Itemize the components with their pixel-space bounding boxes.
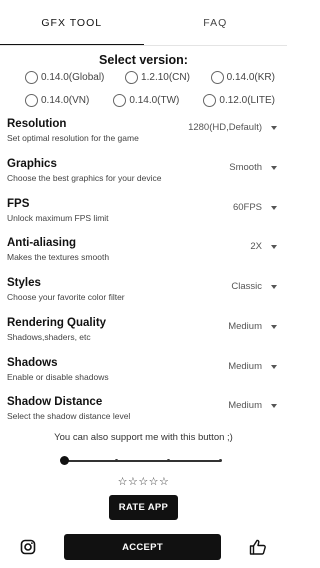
slider-track bbox=[64, 460, 221, 462]
setting-description: Enable or disable shadows bbox=[7, 372, 109, 382]
radio-circle[interactable] bbox=[113, 94, 127, 107]
resolution-dropdown[interactable]: 1280(HD,Default) bbox=[188, 122, 280, 133]
slider-tick bbox=[167, 459, 170, 462]
accept-button[interactable]: ACCEPT bbox=[64, 534, 221, 560]
dropdown-value: Classic bbox=[231, 281, 262, 292]
dropdown-arrow-icon bbox=[271, 205, 277, 210]
dropdown-value: Medium bbox=[228, 321, 262, 332]
tab-faq[interactable]: FAQ bbox=[144, 0, 288, 46]
setting-shadows: Shadows Enable or disable shadows Medium bbox=[7, 357, 280, 389]
version-option-kr[interactable]: 0.14.0(KR) bbox=[210, 71, 275, 84]
dropdown-arrow-icon bbox=[271, 244, 277, 249]
setting-title: Graphics bbox=[7, 158, 57, 170]
version-option-label: 0.14.0(KR) bbox=[226, 72, 275, 83]
dropdown-value: 60FPS bbox=[232, 202, 262, 213]
setting-rendering-quality: Rendering Quality Shadows,shaders, etc M… bbox=[7, 317, 280, 349]
dropdown-arrow-icon bbox=[271, 364, 277, 369]
version-row-1: 0.14.0(Global) 1.2.10(CN) 0.14.0(KR) bbox=[25, 71, 275, 84]
setting-description: Shadows,shaders, etc bbox=[7, 332, 91, 342]
radio-circle[interactable] bbox=[125, 71, 139, 84]
setting-styles: Styles Choose your favorite color filter… bbox=[7, 277, 280, 309]
dropdown-value: 1280(HD,Default) bbox=[188, 122, 262, 133]
setting-title: Rendering Quality bbox=[7, 317, 107, 329]
radio-circle[interactable] bbox=[25, 71, 38, 84]
graphics-dropdown[interactable]: Smooth bbox=[229, 162, 280, 173]
radio-circle[interactable] bbox=[25, 94, 38, 107]
version-option-lite[interactable]: 0.12.0(LITE) bbox=[203, 94, 275, 107]
version-row-2: 0.14.0(VN) 0.14.0(TW) 0.12.0(LITE) bbox=[25, 94, 275, 107]
dropdown-arrow-icon bbox=[271, 403, 277, 408]
star-rating[interactable]: ☆☆☆☆☆ bbox=[0, 475, 287, 488]
tab-divider bbox=[0, 45, 287, 46]
instagram-icon[interactable] bbox=[20, 539, 36, 555]
version-option-label: 0.14.0(TW) bbox=[129, 95, 180, 106]
version-option-cn[interactable]: 1.2.10(CN) bbox=[125, 71, 190, 84]
version-option-label: 0.14.0(VN) bbox=[41, 95, 90, 106]
setting-title: Anti-aliasing bbox=[7, 237, 77, 249]
support-text: You can also support me with this button… bbox=[54, 432, 233, 443]
setting-description: Set optimal resolution for the game bbox=[7, 133, 139, 143]
select-version-heading: Select version: bbox=[99, 53, 188, 67]
setting-title: Shadows bbox=[7, 357, 58, 369]
anti-aliasing-dropdown[interactable]: 2X bbox=[250, 241, 280, 252]
radio-circle[interactable] bbox=[203, 94, 217, 107]
tab-bar: GFX TOOL FAQ bbox=[0, 0, 287, 46]
setting-graphics: Graphics Choose the best graphics for yo… bbox=[7, 158, 280, 190]
dropdown-value: Smooth bbox=[229, 162, 262, 173]
support-slider[interactable] bbox=[60, 455, 225, 467]
setting-title: Resolution bbox=[7, 118, 67, 130]
shadow-distance-dropdown[interactable]: Medium bbox=[228, 400, 280, 411]
thumbs-up-icon[interactable] bbox=[249, 538, 267, 556]
version-option-global[interactable]: 0.14.0(Global) bbox=[25, 71, 104, 84]
setting-anti-aliasing: Anti-aliasing Makes the textures smooth … bbox=[7, 237, 280, 269]
setting-resolution: Resolution Set optimal resolution for th… bbox=[7, 118, 280, 150]
styles-dropdown[interactable]: Classic bbox=[231, 281, 280, 292]
version-option-label: 0.12.0(LITE) bbox=[219, 95, 275, 106]
rendering-quality-dropdown[interactable]: Medium bbox=[228, 321, 280, 332]
dropdown-arrow-icon bbox=[271, 284, 277, 289]
setting-description: Makes the textures smooth bbox=[7, 252, 110, 262]
version-option-label: 1.2.10(CN) bbox=[141, 72, 190, 83]
setting-title: Styles bbox=[7, 277, 41, 289]
dropdown-value: 2X bbox=[250, 241, 262, 252]
slider-tick bbox=[115, 459, 118, 462]
slider-thumb[interactable] bbox=[60, 456, 69, 465]
dropdown-arrow-icon bbox=[271, 324, 277, 329]
setting-description: Unlock maximum FPS limit bbox=[7, 213, 109, 223]
version-option-label: 0.14.0(Global) bbox=[41, 72, 105, 83]
setting-description: Choose the best graphics for your device bbox=[7, 173, 162, 183]
setting-fps: FPS Unlock maximum FPS limit 60FPS bbox=[7, 198, 280, 230]
version-option-vn[interactable]: 0.14.0(VN) bbox=[25, 94, 89, 107]
dropdown-arrow-icon bbox=[271, 165, 277, 170]
tab-gfx-tool[interactable]: GFX TOOL bbox=[0, 0, 144, 46]
dropdown-value: Medium bbox=[228, 361, 262, 372]
shadows-dropdown[interactable]: Medium bbox=[228, 361, 280, 372]
dropdown-arrow-icon bbox=[271, 125, 277, 130]
rate-app-button[interactable]: RATE APP bbox=[109, 495, 178, 520]
setting-shadow-distance: Shadow Distance Select the shadow distan… bbox=[7, 396, 280, 428]
radio-circle[interactable] bbox=[210, 71, 224, 84]
setting-title: Shadow Distance bbox=[7, 396, 103, 408]
version-option-tw[interactable]: 0.14.0(TW) bbox=[113, 94, 179, 107]
fps-dropdown[interactable]: 60FPS bbox=[233, 202, 280, 213]
slider-tick bbox=[219, 459, 222, 462]
setting-description: Select the shadow distance level bbox=[7, 411, 131, 421]
setting-title: FPS bbox=[7, 198, 30, 210]
dropdown-value: Medium bbox=[228, 400, 262, 411]
setting-description: Choose your favorite color filter bbox=[7, 292, 125, 302]
